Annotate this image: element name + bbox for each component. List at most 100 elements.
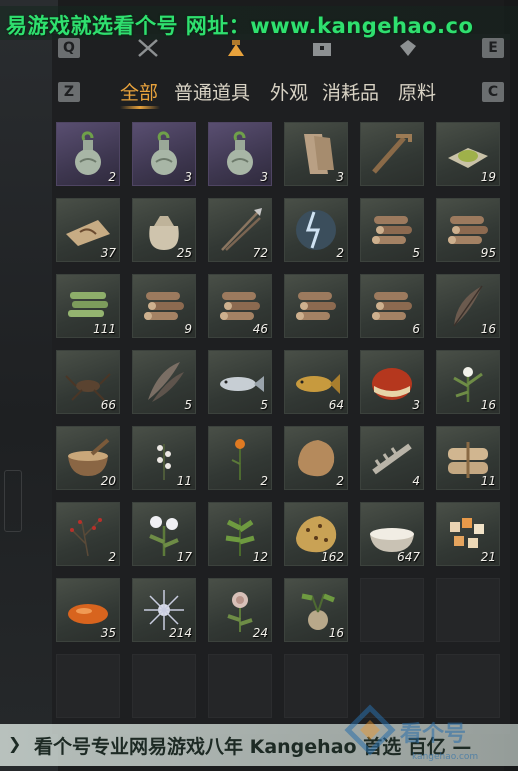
item-slot[interactable]: 5: [132, 350, 196, 414]
tab-all[interactable]: 全部: [120, 78, 158, 105]
watermark-logo-text: 看个号: [400, 722, 467, 747]
backpack-icon[interactable]: [224, 38, 248, 58]
item-slot[interactable]: 5: [208, 350, 272, 414]
item-count: 3: [260, 170, 268, 184]
item-slot[interactable]: 17: [132, 502, 196, 566]
watermark-logo-icon: [340, 700, 400, 760]
item-count: 6: [412, 322, 420, 336]
item-count: 3: [184, 170, 192, 184]
item-slot[interactable]: 6: [360, 274, 424, 338]
item-slot[interactable]: 111: [56, 274, 120, 338]
item-slot[interactable]: 647: [360, 502, 424, 566]
watermark-logo-subtext: kangehao.com: [412, 752, 479, 762]
category-icon-bar: Q E: [52, 36, 510, 62]
item-slot[interactable]: 64: [284, 350, 348, 414]
item-count: 35: [100, 626, 116, 640]
item-count: 9: [184, 322, 192, 336]
item-slot[interactable]: 19: [436, 122, 500, 186]
item-slot[interactable]: 46: [208, 274, 272, 338]
item-slot[interactable]: 162: [284, 502, 348, 566]
chevron-right-icon: ❯: [8, 734, 22, 753]
key-hint-q[interactable]: Q: [58, 38, 80, 58]
empty-slot[interactable]: [436, 578, 500, 642]
item-count: 66: [100, 398, 116, 412]
gem-icon[interactable]: [396, 38, 420, 58]
item-count: 3: [412, 398, 420, 412]
background-scene-left: [0, 0, 58, 771]
active-tab-indicator: [120, 106, 160, 109]
tab-materials[interactable]: 原料: [398, 78, 436, 105]
tab-common-items[interactable]: 普通道具: [174, 78, 250, 105]
item-slot[interactable]: 2: [208, 426, 272, 490]
item-count: 4: [412, 474, 420, 488]
item-slot[interactable]: [360, 122, 424, 186]
item-slot[interactable]: 3: [360, 350, 424, 414]
item-slot[interactable]: 3: [208, 122, 272, 186]
item-slot[interactable]: 2: [284, 198, 348, 262]
item-slot[interactable]: 66: [56, 350, 120, 414]
chest-icon[interactable]: [310, 38, 334, 58]
crossed-swords-icon[interactable]: [136, 38, 160, 58]
item-count: 162: [321, 550, 344, 564]
tab-consumables[interactable]: 消耗品: [322, 78, 379, 105]
item-count: 37: [100, 246, 116, 260]
item-count: 5: [260, 398, 268, 412]
filter-tabs: Z 全部 普通道具 外观 消耗品 原料 C: [52, 76, 510, 109]
tab-appearance[interactable]: 外观: [270, 78, 308, 105]
item-count: 72: [252, 246, 268, 260]
item-slot[interactable]: 214: [132, 578, 196, 642]
item-count: 64: [328, 398, 344, 412]
key-hint-z[interactable]: Z: [58, 82, 80, 102]
item-slot[interactable]: 95: [436, 198, 500, 262]
item-count: 3: [336, 170, 344, 184]
item-slot[interactable]: 3: [284, 122, 348, 186]
item-count: 12: [252, 550, 268, 564]
item-count: 19: [480, 170, 496, 184]
item-slot[interactable]: 2: [56, 122, 120, 186]
item-slot[interactable]: 11: [132, 426, 196, 490]
item-count: 5: [184, 398, 192, 412]
item-slot[interactable]: 2: [56, 502, 120, 566]
item-count: 5: [412, 246, 420, 260]
item-slot[interactable]: 5: [360, 198, 424, 262]
key-hint-e[interactable]: E: [482, 38, 504, 58]
empty-slot[interactable]: [132, 654, 196, 718]
item-slot[interactable]: 4: [360, 426, 424, 490]
item-count: 21: [480, 550, 496, 564]
empty-slot[interactable]: [436, 654, 500, 718]
item-count: 20: [100, 474, 116, 488]
item-count: 2: [336, 474, 344, 488]
item-slot[interactable]: 9: [132, 274, 196, 338]
key-hint-c[interactable]: C: [482, 82, 504, 102]
item-count: 11: [176, 474, 192, 488]
item-slot[interactable]: 16: [436, 274, 500, 338]
item-count: 16: [480, 322, 496, 336]
item-slot[interactable]: 21: [436, 502, 500, 566]
item-count: 2: [260, 474, 268, 488]
watermark-top-banner: 易游戏就选看个号 网址：www.kangehao.co: [0, 6, 518, 40]
item-slot[interactable]: 35: [56, 578, 120, 642]
item-slot[interactable]: 72: [208, 198, 272, 262]
item-slot[interactable]: 3: [132, 122, 196, 186]
item-count: 2: [108, 550, 116, 564]
item-slot[interactable]: 24: [208, 578, 272, 642]
empty-slot[interactable]: [284, 654, 348, 718]
item-count: 111: [93, 322, 116, 336]
empty-slot[interactable]: [208, 654, 272, 718]
item-slot[interactable]: 12: [208, 502, 272, 566]
item-slot[interactable]: 25: [132, 198, 196, 262]
item-count: 16: [480, 398, 496, 412]
item-slot[interactable]: 20: [56, 426, 120, 490]
item-slot[interactable]: 2: [284, 426, 348, 490]
item-count: 25: [176, 246, 192, 260]
empty-slot[interactable]: [56, 654, 120, 718]
item-slot[interactable]: 37: [56, 198, 120, 262]
item-count: 16: [328, 626, 344, 640]
item-count: 647: [397, 550, 420, 564]
item-slot[interactable]: 16: [436, 350, 500, 414]
item-slot[interactable]: [284, 274, 348, 338]
item-slot[interactable]: 11: [436, 426, 500, 490]
item-slot[interactable]: 16: [284, 578, 348, 642]
item-count: 24: [252, 626, 268, 640]
empty-slot[interactable]: [360, 578, 424, 642]
